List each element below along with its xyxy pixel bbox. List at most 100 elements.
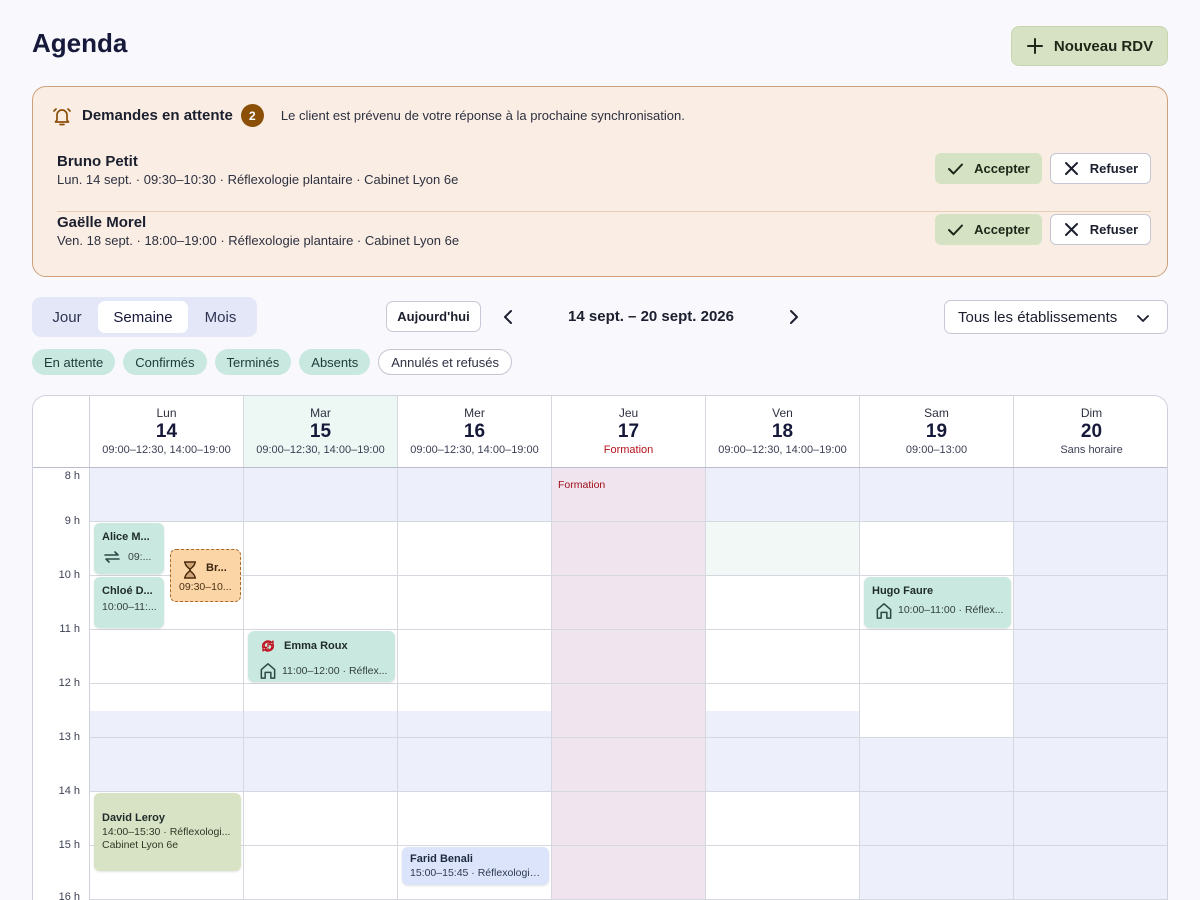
time-gutter: 8 h 9 h 10 h 11 h 12 h 13 h 14 h 15 h 16… [33, 396, 90, 900]
refuse-label: Refuser [1089, 161, 1139, 176]
accept-label: Accepter [974, 161, 1030, 176]
day-column-tue[interactable] [244, 468, 398, 900]
day-header[interactable]: Jeu 17 Formation [552, 396, 706, 467]
refuse-button[interactable]: Refuser [1050, 214, 1151, 245]
appointment-name: Hugo Faure [872, 585, 934, 597]
day-hours: 09:00–12:30, 14:00–19:00 [102, 444, 231, 456]
hour-label: 13 h [58, 731, 80, 743]
today-button[interactable]: Aujourd'hui [386, 301, 481, 332]
closure-label: Formation [558, 479, 606, 491]
day-name: Mar [310, 406, 331, 420]
request-details: Lun. 14 sept. · 09:30–10:30 · Réflexolog… [57, 172, 459, 187]
day-column-sat[interactable] [860, 468, 1014, 900]
day-header[interactable]: Ven 18 09:00–12:30, 14:00–19:00 [706, 396, 860, 467]
pending-requests-panel: Demandes en attente 2 Le client est prév… [32, 86, 1168, 277]
day-hours: 09:00–12:30, 14:00–19:00 [718, 444, 847, 456]
appointment-time: 11:00–12:00 · Réflex... [282, 665, 388, 677]
day-column-thu[interactable]: Formation [552, 468, 706, 900]
pending-request: Gaëlle Morel Ven. 18 sept. · 18:00–19:00… [57, 212, 1151, 273]
home-icon [260, 663, 276, 679]
day-hours: 09:00–13:00 [905, 444, 968, 456]
day-hours: 09:00–12:30, 14:00–19:00 [410, 444, 539, 456]
day-name: Lun [156, 406, 177, 420]
refuse-label: Refuser [1089, 222, 1139, 237]
day-hours: 09:00–12:30, 14:00–19:00 [256, 444, 385, 456]
day-header[interactable]: Sam 19 09:00–13:00 [860, 396, 1014, 467]
request-client-name: Bruno Petit [57, 153, 138, 170]
close-icon [1064, 223, 1078, 236]
view-month-tab[interactable]: Mois [188, 301, 253, 333]
day-name: Mer [464, 406, 485, 420]
filter-chip-cancelled[interactable]: Annulés et refusés [378, 349, 512, 375]
close-icon [1064, 162, 1078, 175]
day-name: Dim [1080, 406, 1103, 420]
appointment-chloe[interactable]: Chloé D... 10:00–11:... [94, 577, 164, 628]
accept-button[interactable]: Accepter [935, 153, 1042, 184]
request-details: Ven. 18 sept. · 18:00–19:00 · Réflexolog… [57, 233, 460, 248]
appointment-emma[interactable]: Emma Roux 11:00–12:00 · Réflex... [248, 631, 395, 682]
chevron-left-icon[interactable] [497, 306, 519, 328]
hour-label: 15 h [58, 839, 80, 851]
appointment-name: Emma Roux [284, 640, 348, 652]
appointment-time: 10:00–11:00 · Réflex... [898, 604, 1004, 616]
date-range: 14 sept. – 20 sept. 2026 [568, 308, 734, 325]
day-header[interactable]: Mer 16 09:00–12:30, 14:00–19:00 [398, 396, 552, 467]
accept-button[interactable]: Accepter [935, 214, 1042, 245]
view-day-tab[interactable]: Jour [36, 301, 98, 333]
refuse-button[interactable]: Refuser [1050, 153, 1151, 184]
appointment-alice[interactable]: Alice M... 09:... [94, 523, 164, 574]
day-date: 20 [1080, 421, 1103, 442]
day-column-sun[interactable] [1014, 468, 1167, 900]
day-hours: Formation [603, 444, 654, 456]
check-icon [948, 224, 964, 236]
location-select[interactable]: Tous les établissements [944, 300, 1168, 334]
status-filters: En attente Confirmés Terminés Absents An… [32, 349, 512, 375]
day-column-wed[interactable] [398, 468, 552, 900]
day-date: 14 [155, 421, 178, 442]
filter-chip-pending[interactable]: En attente [32, 349, 116, 375]
appointment-time: 09:... [128, 551, 152, 563]
view-week-tab[interactable]: Semaine [98, 301, 188, 333]
appointment-david[interactable]: David Leroy 14:00–15:30 · Réflexologi...… [94, 793, 241, 871]
pending-title: Demandes en attente [82, 107, 233, 124]
filter-chip-confirmed[interactable]: Confirmés [123, 349, 207, 375]
repeat-icon [104, 551, 120, 563]
hour-label: 16 h [58, 891, 80, 900]
pending-count-badge: 2 [240, 104, 264, 127]
appointment-name: Alice M... [102, 531, 150, 543]
chevron-right-icon[interactable] [783, 306, 805, 328]
hour-label: 10 h [58, 569, 80, 581]
hour-label: 11 h [59, 623, 80, 635]
day-column-fri[interactable] [706, 468, 860, 900]
pending-note: Le client est prévenu de votre réponse à… [280, 108, 685, 123]
filter-chip-absent[interactable]: Absents [299, 349, 371, 375]
day-date: 15 [309, 421, 332, 442]
day-header-today[interactable]: Mar 15 09:00–12:30, 14:00–19:00 [244, 396, 398, 467]
view-switcher: Jour Semaine Mois [32, 297, 257, 337]
bell-icon [53, 107, 71, 125]
accept-label: Accepter [974, 222, 1030, 237]
hour-label: 12 h [58, 677, 80, 689]
appointment-pending-bruno[interactable]: Br... 09:30–10... [170, 549, 241, 602]
plus-icon [1026, 38, 1043, 54]
appointment-name: David Leroy [102, 812, 165, 824]
appointment-time: 15:00–15:45 · Réflexologie... [410, 867, 542, 879]
chevron-down-icon [1137, 315, 1149, 322]
hour-label: 9 h [64, 515, 80, 527]
new-appointment-button[interactable]: Nouveau RDV [1011, 26, 1168, 66]
hour-label: 8 h [64, 470, 80, 482]
day-header[interactable]: Lun 14 09:00–12:30, 14:00–19:00 [90, 396, 244, 467]
week-calendar: Formation 8 h 9 h 10 h 11 h 12 h 13 h 14… [32, 395, 1168, 900]
appointment-farid[interactable]: Farid Benali 15:00–15:45 · Réflexologie.… [402, 847, 549, 885]
location-select-value: Tous les établissements [958, 308, 1118, 326]
appointment-hugo[interactable]: Hugo Faure 10:00–11:00 · Réflex... [864, 577, 1011, 628]
appointment-time: 09:30–10... [179, 581, 232, 593]
filter-chip-completed[interactable]: Terminés [214, 349, 292, 375]
page-title: Agenda [32, 28, 128, 58]
day-name: Jeu [618, 406, 639, 420]
home-icon [876, 603, 892, 619]
pending-request: Bruno Petit Lun. 14 sept. · 09:30–10:30 … [57, 151, 1151, 212]
day-header[interactable]: Dim 20 Sans horaire [1014, 396, 1167, 467]
day-date: 18 [771, 421, 794, 442]
hourglass-icon [184, 561, 196, 579]
